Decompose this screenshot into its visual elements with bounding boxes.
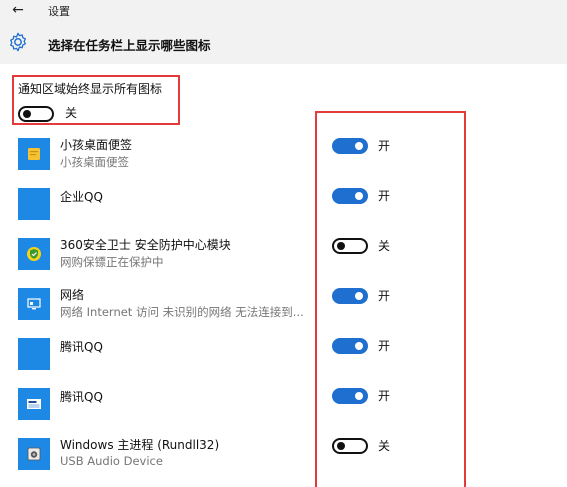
app-subtitle: 小孩桌面便签: [60, 155, 129, 169]
shield-360-icon: [18, 238, 50, 270]
app-name: Windows 主进程 (Rundll32): [60, 438, 220, 452]
app-toggle[interactable]: [332, 138, 368, 154]
toggle-knob: [355, 342, 363, 350]
app-subtitle: USB Audio Device: [60, 454, 163, 468]
toggle-knob: [337, 442, 345, 450]
app-row: 网络网络 Internet 访问 未识别的网络 无法连接到... 开: [0, 280, 567, 330]
toggle-knob: [355, 392, 363, 400]
always-show-toggle[interactable]: [18, 106, 54, 122]
title-bar: ← 设置: [0, 0, 567, 22]
window-title: 设置: [48, 5, 70, 18]
toggle-knob: [355, 142, 363, 150]
app-toggle[interactable]: [332, 388, 368, 404]
app-name: 腾讯QQ: [60, 340, 103, 354]
gear-icon: [10, 32, 26, 52]
app-toggle-state: 开: [378, 189, 391, 203]
app-row: 小孩桌面便签 小孩桌面便签 开: [0, 130, 567, 180]
volume-app-icon: [18, 388, 50, 420]
app-toggle[interactable]: [332, 438, 368, 454]
app-name: 腾讯QQ: [60, 390, 103, 404]
app-glyph: [26, 146, 42, 162]
app-glyph: [26, 246, 42, 262]
page-header: 选择在任务栏上显示哪些图标: [0, 22, 567, 64]
app-toggle-state: 开: [378, 289, 391, 303]
app-toggle-state: 开: [378, 139, 391, 153]
toggle-knob: [355, 292, 363, 300]
app-toggle-state: 开: [378, 339, 391, 353]
network-icon: [18, 288, 50, 320]
speaker-icon: [18, 438, 50, 470]
app-toggle-state: 关: [378, 239, 391, 253]
app-name: 小孩桌面便签: [60, 138, 133, 152]
toggle-knob: [337, 242, 345, 250]
app-row: Windows 主进程 (Rundll32) USB Audio Device 关: [0, 430, 567, 480]
back-button[interactable]: ←: [8, 1, 28, 19]
page-title: 选择在任务栏上显示哪些图标: [48, 38, 211, 53]
blank-app-icon: [18, 188, 50, 220]
app-name: 网络: [60, 288, 85, 302]
toggle-knob: [23, 110, 31, 118]
app-glyph: [26, 446, 42, 462]
app-toggle[interactable]: [332, 338, 368, 354]
app-toggle[interactable]: [332, 188, 368, 204]
app-toggle-state: 开: [378, 389, 391, 403]
app-row: 腾讯QQ 开: [0, 380, 567, 430]
app-row: 腾讯QQ 开: [0, 330, 567, 380]
app-name: 企业QQ: [60, 190, 103, 204]
app-toggle[interactable]: [332, 238, 368, 254]
app-glyph: [26, 296, 42, 312]
always-show-state: 关: [65, 106, 78, 120]
app-subtitle: 网购保镖正在保护中: [60, 255, 164, 269]
app-glyph: [26, 396, 42, 412]
sticky-note-icon: [18, 138, 50, 170]
blank-app-icon: [18, 338, 50, 370]
always-show-label: 通知区域始终显示所有图标: [18, 82, 163, 96]
app-toggle[interactable]: [332, 288, 368, 304]
app-row: 360安全卫士 安全防护中心模块 网购保镖正在保护中 关: [0, 230, 567, 280]
toggle-knob: [355, 192, 363, 200]
app-toggle-state: 关: [378, 439, 391, 453]
app-name: 360安全卫士 安全防护中心模块: [60, 238, 231, 252]
app-row: 企业QQ 开: [0, 180, 567, 230]
app-subtitle: 网络 Internet 访问 未识别的网络 无法连接到...: [60, 305, 304, 319]
